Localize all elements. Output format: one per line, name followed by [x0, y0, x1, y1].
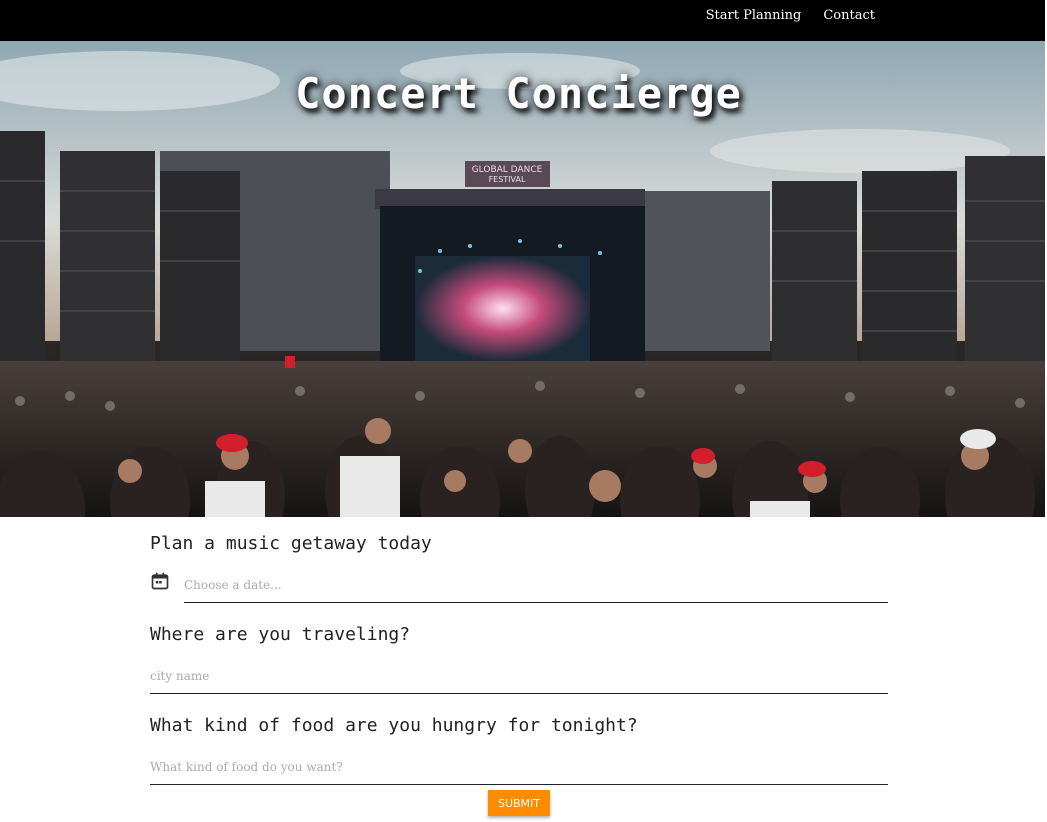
travel-question: Where are you traveling? [150, 624, 411, 645]
city-input[interactable] [150, 661, 888, 691]
food-field-row [150, 752, 888, 785]
nav-links: Start Planning Contact [706, 8, 875, 23]
date-field-row [184, 570, 888, 603]
food-question: What kind of food are you hungry for ton… [150, 715, 638, 736]
navbar: Start Planning Contact [0, 0, 1045, 41]
food-input[interactable] [150, 752, 888, 782]
hero-title: Concert Concierge [295, 69, 742, 118]
nav-start-planning-link[interactable]: Start Planning [706, 8, 802, 23]
stage-banner-subtext: FESTIVAL [489, 175, 526, 184]
nav-contact-link[interactable]: Contact [823, 8, 875, 23]
calendar-icon[interactable] [150, 571, 170, 591]
submit-button[interactable]: SUBMIT [488, 790, 550, 816]
stage-banner-text: GLOBAL DANCE [472, 165, 543, 175]
hero-banner: GLOBAL DANCE FESTIVAL Concert Concierge [0, 41, 1045, 517]
city-field-row [150, 661, 888, 694]
form-heading: Plan a music getaway today [150, 533, 432, 554]
date-input[interactable] [184, 570, 888, 600]
